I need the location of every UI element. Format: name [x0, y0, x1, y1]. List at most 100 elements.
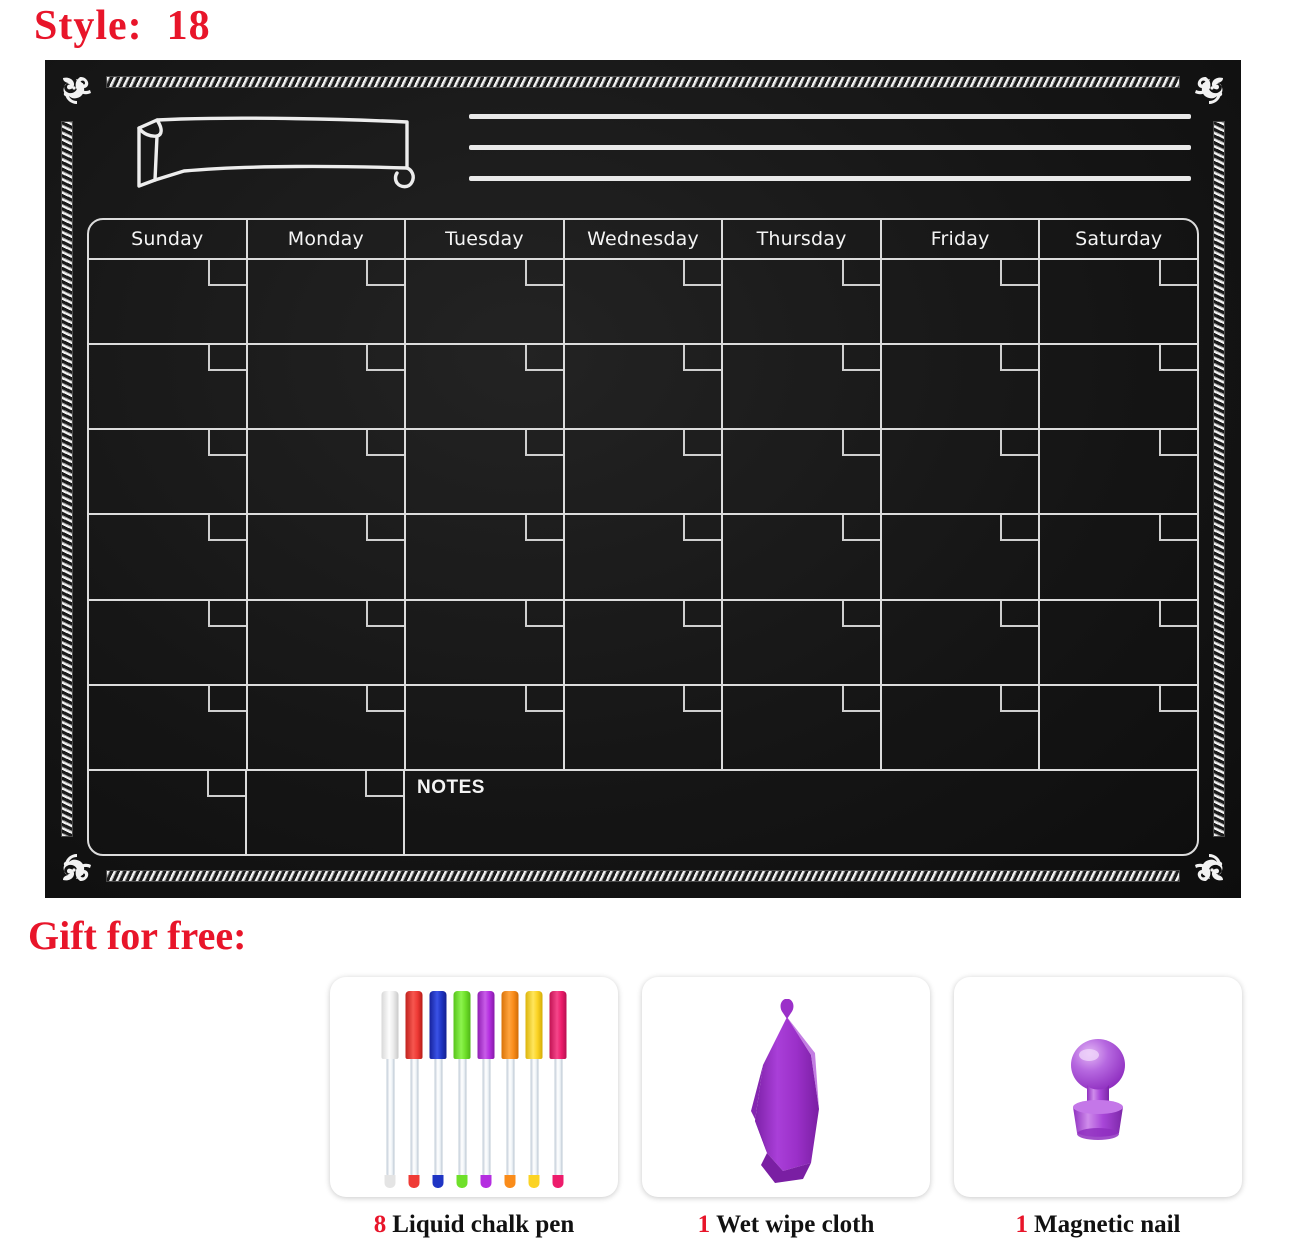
calendar-day-cell[interactable]: [882, 685, 1041, 769]
date-number-box[interactable]: [365, 770, 403, 797]
notes-area[interactable]: NOTES: [405, 771, 1197, 854]
calendar-day-cell[interactable]: [723, 260, 882, 344]
calendar-day-cell[interactable]: [723, 345, 882, 429]
calendar-day-cell[interactable]: [89, 345, 248, 429]
gift-card[interactable]: [330, 977, 618, 1197]
date-number-box[interactable]: [683, 515, 722, 542]
calendar-day-cell[interactable]: [882, 515, 1041, 599]
date-number-box[interactable]: [841, 260, 880, 286]
calendar-day-cell[interactable]: [1040, 685, 1198, 769]
date-number-box[interactable]: [207, 430, 246, 457]
calendar-day-cell[interactable]: [89, 260, 248, 344]
style-heading: Style: 18: [34, 2, 211, 50]
calendar-day-cell[interactable]: [406, 430, 565, 514]
calendar-day-cell[interactable]: [406, 685, 565, 769]
calendar-day-cell[interactable]: [248, 430, 407, 514]
date-number-box[interactable]: [524, 430, 563, 457]
date-number-box[interactable]: [683, 260, 722, 286]
calendar-day-cell[interactable]: [882, 600, 1041, 684]
date-number-box[interactable]: [366, 515, 405, 542]
date-number-box[interactable]: [207, 260, 246, 286]
date-number-box[interactable]: [1159, 515, 1198, 542]
date-number-box[interactable]: [1159, 685, 1198, 712]
calendar-day-cell[interactable]: [565, 345, 724, 429]
date-number-box[interactable]: [366, 430, 405, 457]
date-number-box[interactable]: [841, 515, 880, 542]
calendar-day-cell[interactable]: [723, 685, 882, 769]
date-number-box[interactable]: [366, 260, 405, 286]
calendar-day-cell[interactable]: [1040, 260, 1198, 343]
calendar-day-cell[interactable]: [1040, 600, 1198, 684]
chalkboard-calendar: Sunday Monday Tuesday Wednesday Thursday…: [45, 60, 1241, 898]
calendar-day-cell[interactable]: [406, 600, 565, 684]
date-number-box[interactable]: [1000, 685, 1039, 712]
calendar-day-cell[interactable]: [89, 770, 247, 854]
date-number-box[interactable]: [1159, 260, 1198, 286]
date-number-box[interactable]: [683, 600, 722, 627]
calendar-day-cell[interactable]: [248, 260, 407, 344]
date-number-box[interactable]: [683, 430, 722, 457]
calendar-day-cell[interactable]: [882, 345, 1041, 429]
date-number-box[interactable]: [524, 600, 563, 627]
date-number-box[interactable]: [1000, 430, 1039, 457]
calendar-day-cell[interactable]: [248, 600, 407, 684]
date-number-box[interactable]: [841, 430, 880, 457]
date-number-box[interactable]: [1000, 260, 1039, 286]
gift-card[interactable]: [642, 977, 930, 1197]
calendar-day-cell[interactable]: [406, 260, 565, 344]
calendar-grid: Sunday Monday Tuesday Wednesday Thursday…: [87, 218, 1199, 856]
date-number-box[interactable]: [1000, 345, 1039, 372]
rope-border-right: [1214, 122, 1224, 836]
calendar-header-row: Sunday Monday Tuesday Wednesday Thursday…: [89, 220, 1197, 260]
date-number-box[interactable]: [366, 600, 405, 627]
calendar-day-cell[interactable]: [248, 515, 407, 599]
date-number-box[interactable]: [524, 345, 563, 372]
calendar-day-cell[interactable]: [406, 515, 565, 599]
date-number-box[interactable]: [683, 345, 722, 372]
calendar-day-cell[interactable]: [1040, 345, 1198, 428]
date-number-box[interactable]: [1000, 600, 1039, 627]
calendar-day-cell[interactable]: [723, 600, 882, 684]
date-number-box[interactable]: [841, 685, 880, 712]
date-number-box[interactable]: [1159, 430, 1198, 457]
gift-card[interactable]: [954, 977, 1242, 1197]
date-number-box[interactable]: [366, 345, 405, 372]
calendar-day-cell[interactable]: [882, 260, 1041, 344]
calendar-day-cell[interactable]: [565, 515, 724, 599]
date-number-box[interactable]: [524, 685, 563, 712]
date-number-box[interactable]: [207, 515, 246, 542]
calendar-day-cell[interactable]: [248, 685, 407, 769]
date-write-lines[interactable]: [469, 114, 1191, 207]
calendar-day-cell[interactable]: [723, 430, 882, 514]
date-number-box[interactable]: [1000, 515, 1039, 542]
date-number-box[interactable]: [1159, 600, 1198, 627]
calendar-day-cell[interactable]: [406, 345, 565, 429]
date-number-box[interactable]: [1159, 345, 1198, 372]
calendar-day-cell[interactable]: [89, 515, 248, 599]
date-number-box[interactable]: [366, 685, 405, 712]
pen: [501, 991, 519, 1188]
calendar-day-cell[interactable]: [882, 430, 1041, 514]
date-number-box[interactable]: [207, 600, 246, 627]
calendar-day-cell[interactable]: [248, 345, 407, 429]
date-number-box[interactable]: [841, 345, 880, 372]
calendar-day-cell[interactable]: [89, 430, 248, 514]
date-number-box[interactable]: [207, 685, 246, 712]
calendar-day-cell[interactable]: [565, 260, 724, 344]
calendar-day-cell[interactable]: [1040, 515, 1198, 598]
calendar-day-cell[interactable]: [1040, 430, 1198, 513]
date-number-box[interactable]: [524, 515, 563, 542]
date-number-box[interactable]: [207, 345, 246, 372]
calendar-day-cell[interactable]: [89, 600, 248, 684]
calendar-day-cell[interactable]: [89, 685, 248, 769]
month-title-ribbon-icon[interactable]: [129, 110, 419, 198]
calendar-day-cell[interactable]: [565, 685, 724, 769]
calendar-day-cell[interactable]: [565, 430, 724, 514]
date-number-box[interactable]: [683, 685, 722, 712]
calendar-day-cell[interactable]: [723, 515, 882, 599]
calendar-day-cell[interactable]: [565, 600, 724, 684]
calendar-day-cell[interactable]: [247, 770, 405, 854]
date-number-box[interactable]: [207, 770, 245, 797]
date-number-box[interactable]: [524, 260, 563, 286]
date-number-box[interactable]: [841, 600, 880, 627]
